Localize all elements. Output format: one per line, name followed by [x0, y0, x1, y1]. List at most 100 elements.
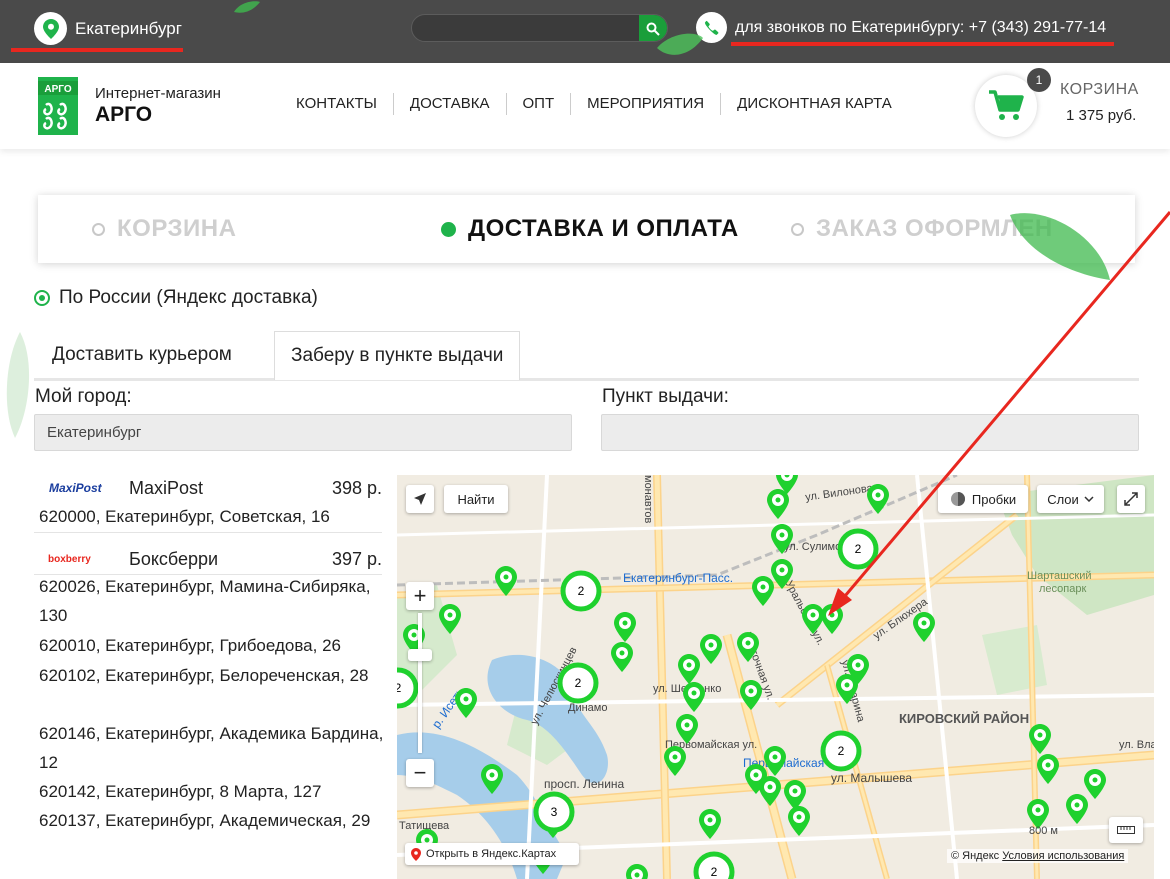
annotation-underline: [731, 42, 1114, 46]
pickup-marker[interactable]: [801, 603, 825, 640]
pickup-address[interactable]: 620142, Екатеринбург, 8 Марта, 127: [39, 777, 384, 806]
city-field-label: Мой город:: [35, 386, 132, 407]
yandex-map[interactable]: монавтов ул. Вилонова ул. Сулимо Екатери…: [397, 475, 1154, 879]
phone-block[interactable]: для звонков по Екатеринбургу: +7 (343) 2…: [696, 12, 1106, 43]
search-input[interactable]: [412, 15, 642, 41]
map-label: Шарташский: [1027, 570, 1092, 582]
zoom-out-button[interactable]: −: [406, 759, 434, 787]
ruler-icon: [1117, 826, 1135, 834]
pickup-marker[interactable]: [1036, 753, 1060, 790]
nav-wholesale[interactable]: ОПТ: [505, 93, 571, 115]
svg-text:2: 2: [575, 676, 582, 690]
nav-discount-card[interactable]: ДИСКОНТНАЯ КАРТА: [720, 93, 908, 115]
pickup-address[interactable]: 620010, Екатеринбург, Грибоедова, 26: [39, 631, 384, 660]
step-dot: [791, 222, 804, 236]
city-field[interactable]: [34, 414, 572, 451]
tab-pickup[interactable]: Заберу в пункте выдачи: [274, 331, 521, 380]
pickup-address[interactable]: 620146, Екатеринбург, Академика Бардина,…: [39, 719, 384, 777]
pickup-marker[interactable]: [1065, 793, 1089, 830]
brand-name: АРГО: [95, 103, 153, 126]
map-label: просп. Ленина: [544, 777, 625, 791]
map-cluster[interactable]: 2: [837, 528, 879, 575]
divider: [34, 532, 382, 533]
traffic-button[interactable]: Пробки: [938, 485, 1028, 513]
open-in-yandex-maps-link[interactable]: Открыть в Яндекс.Картах: [405, 843, 579, 865]
fullscreen-button[interactable]: [1117, 485, 1145, 513]
pickup-marker[interactable]: [775, 475, 799, 500]
pickup-marker[interactable]: [699, 633, 723, 670]
service-name: MaxiPost: [129, 477, 204, 498]
pickup-marker[interactable]: [480, 763, 504, 800]
svg-text:АРГО: АРГО: [44, 84, 71, 95]
map-scale: 800 м: [1029, 825, 1058, 837]
service-boxberry: boxberry Боксберри 397 р.: [34, 544, 382, 574]
layers-label: Слои: [1047, 491, 1079, 507]
pickup-marker[interactable]: [625, 863, 649, 879]
map-cluster[interactable]: 2: [820, 730, 862, 777]
step-cart[interactable]: КОРЗИНА: [92, 215, 236, 243]
pickup-marker[interactable]: [739, 679, 763, 716]
pickup-marker[interactable]: [912, 611, 936, 648]
pickup-marker[interactable]: [610, 641, 634, 678]
layers-button[interactable]: Слои: [1037, 485, 1104, 513]
step-delivery-label: ДОСТАВКА И ОПЛАТА: [468, 215, 739, 242]
pickup-marker[interactable]: [751, 575, 775, 612]
pickup-marker[interactable]: [758, 775, 782, 812]
step-cart-label: КОРЗИНА: [117, 215, 237, 242]
terms-link[interactable]: Условия использования: [1002, 850, 1124, 862]
boxberry-logo: boxberry: [48, 553, 91, 565]
map-cluster[interactable]: 2: [560, 570, 602, 617]
pickup-address[interactable]: 620137, Екатеринбург, Академическая, 29: [39, 806, 384, 835]
service-price: 397 р.: [331, 548, 382, 569]
expand-icon: [1124, 492, 1138, 506]
zoom-in-button[interactable]: +: [406, 582, 434, 610]
pickup-marker[interactable]: [663, 745, 687, 782]
geolocation-button[interactable]: [406, 485, 434, 513]
svg-text:2: 2: [711, 865, 718, 879]
cart-icon: [989, 90, 1024, 120]
pickup-marker[interactable]: [736, 631, 760, 668]
zoom-slider-handle[interactable]: [408, 649, 432, 661]
leaf-decoration: [234, 1, 260, 13]
cart-label[interactable]: КОРЗИНА: [1060, 81, 1139, 99]
pickup-marker[interactable]: [787, 805, 811, 842]
city-selector[interactable]: Екатеринбург: [34, 12, 182, 45]
service-name: Боксберри: [129, 548, 219, 569]
tab-courier[interactable]: Доставить курьером: [36, 331, 248, 379]
map-cluster[interactable]: 3: [533, 791, 575, 838]
map-cluster[interactable]: 2: [693, 851, 735, 879]
pickup-marker[interactable]: [454, 687, 478, 724]
annotation-underline: [11, 48, 183, 52]
find-button[interactable]: Найти: [444, 485, 508, 513]
pickup-field[interactable]: [601, 414, 1139, 451]
pickup-marker[interactable]: [438, 603, 462, 640]
pickup-address[interactable]: 620102, Екатеринбург, Белореченская, 28: [39, 661, 384, 690]
pickup-address[interactable]: 620000, Екатеринбург, Советская, 16: [39, 502, 384, 531]
zoom-slider-track[interactable]: [418, 613, 422, 753]
argo-logo[interactable]: АРГО: [38, 77, 78, 135]
pickup-marker[interactable]: [770, 523, 794, 560]
pickup-marker[interactable]: [698, 808, 722, 845]
radio-selected: [34, 290, 50, 306]
nav-events[interactable]: МЕРОПРИЯТИЯ: [570, 93, 720, 115]
svg-text:2: 2: [855, 542, 862, 556]
svg-text:2: 2: [578, 584, 585, 598]
map-label: лесопарк: [1039, 583, 1087, 595]
cart-count-badge: 1: [1027, 68, 1051, 92]
pickup-marker[interactable]: [866, 483, 890, 520]
ruler-button[interactable]: [1109, 817, 1143, 843]
nav-delivery[interactable]: ДОСТАВКА: [392, 93, 506, 115]
map-cluster[interactable]: 2: [397, 667, 419, 714]
pickup-marker[interactable]: [494, 565, 518, 602]
map-label: монавтов: [642, 475, 654, 524]
brand-subtitle: Интернет-магазин: [95, 85, 221, 102]
nav-contacts[interactable]: КОНТАКТЫ: [280, 93, 393, 115]
delivery-option-russia[interactable]: По России (Яндекс доставка): [34, 287, 318, 309]
site-header: АРГО Интернет-магазин АРГО КОНТАКТЫ ДОСТ…: [0, 63, 1170, 149]
pickup-address[interactable]: 620026, Екатеринбург, Мамина-Сибиряка, 1…: [39, 572, 384, 630]
traffic-label: Пробки: [971, 491, 1017, 507]
pickup-marker[interactable]: [846, 653, 870, 690]
map-cluster[interactable]: 2: [557, 662, 599, 709]
map-label: ул. Вла: [1119, 739, 1154, 751]
navigation-arrow-icon: [414, 493, 426, 505]
